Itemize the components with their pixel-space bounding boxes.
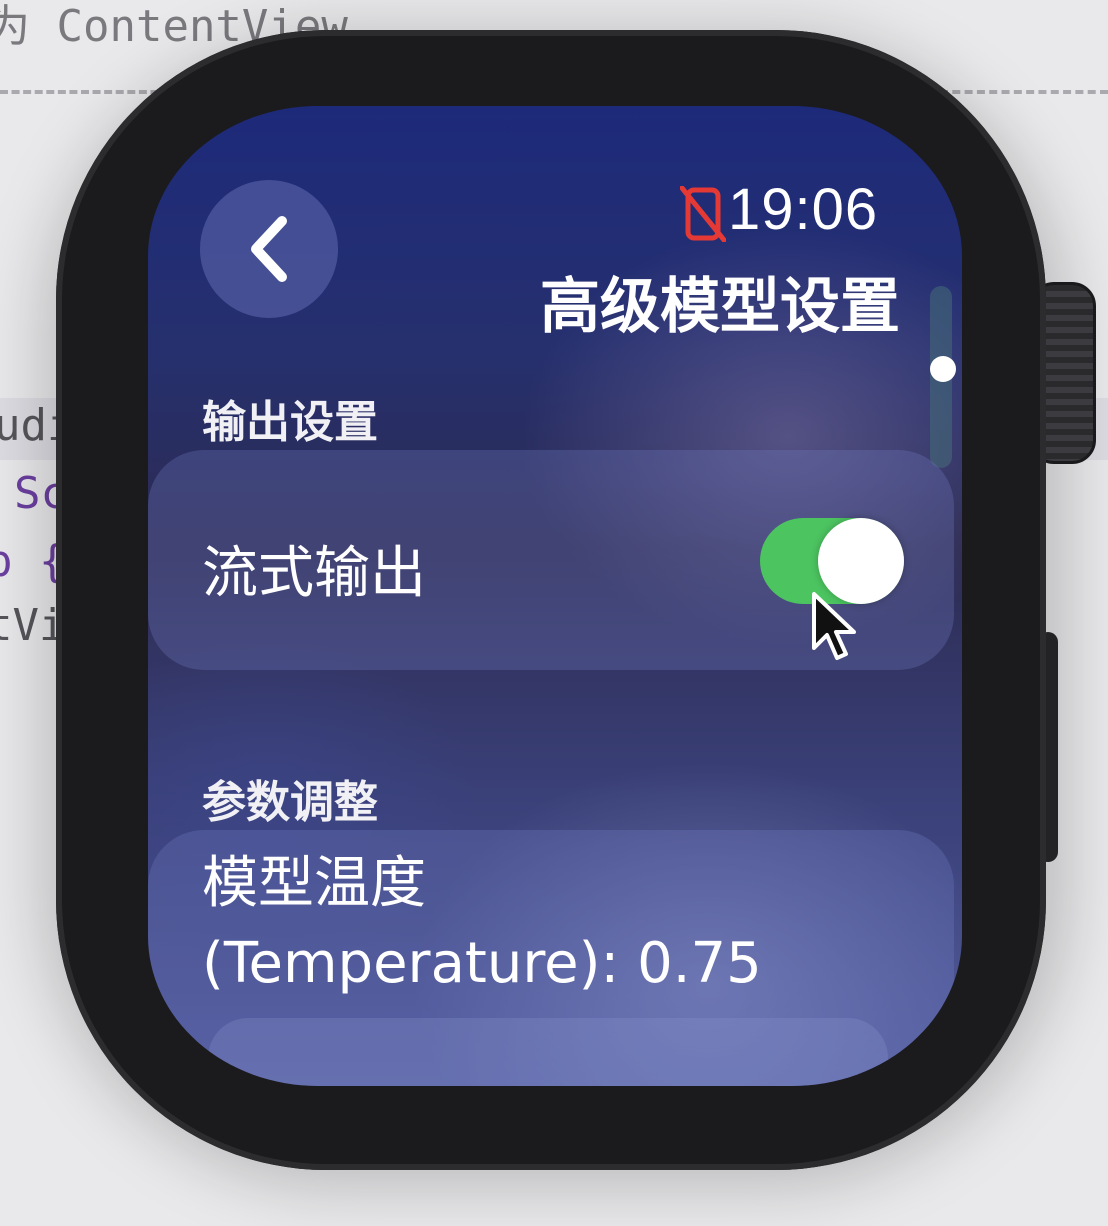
temperature-label-line2: (Temperature): 0.75: [202, 931, 762, 996]
code-separator-left: [0, 90, 170, 94]
chevron-left-icon: [251, 216, 287, 282]
scroll-indicator-thumb: [930, 356, 956, 382]
page-title: 高级模型设置: [540, 272, 900, 342]
mouse-cursor-icon: [812, 592, 856, 660]
temperature-label-line1: 模型温度: [202, 851, 426, 916]
section-header-output: 输出设置: [202, 397, 378, 448]
status-time: 19:06: [728, 177, 879, 242]
section-header-params: 参数调整: [202, 777, 378, 828]
stream-output-label: 流式输出: [202, 541, 426, 606]
phone-slash-icon: [680, 186, 726, 242]
code-separator-right: [940, 90, 1108, 94]
temperature-label: 模型温度 (Temperature): 0.75: [202, 844, 762, 1004]
temperature-slider[interactable]: [208, 1018, 888, 1086]
back-button[interactable]: [200, 180, 338, 318]
